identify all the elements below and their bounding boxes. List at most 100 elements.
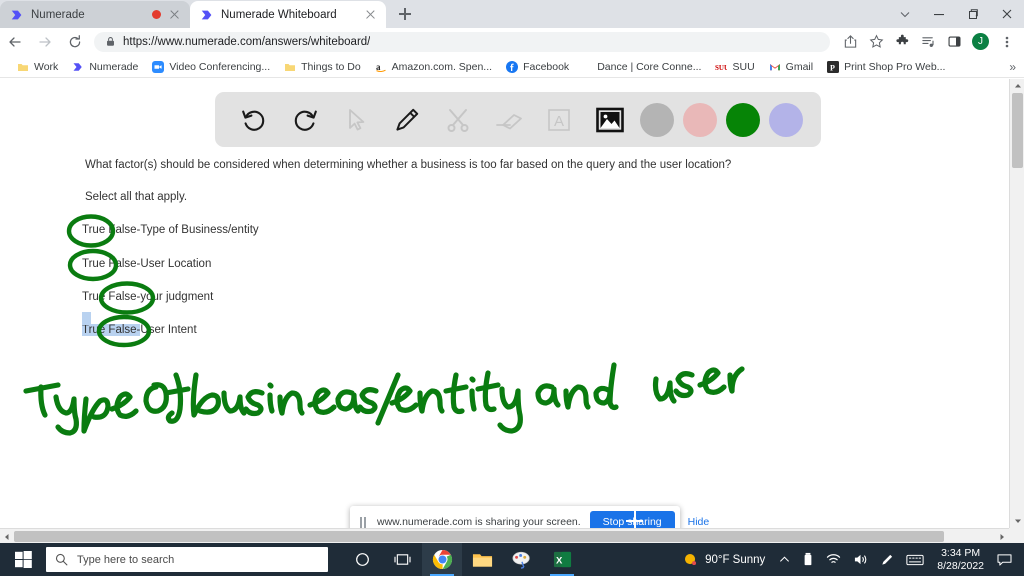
taskbar-clock[interactable]: 3:34 PM 8/28/2022: [930, 547, 991, 572]
browser-tab-numerade[interactable]: Numerade: [0, 1, 190, 28]
chrome-menu-icon[interactable]: [995, 30, 1019, 54]
undo-icon[interactable]: [233, 99, 275, 141]
whiteboard-toolbar: A: [215, 92, 821, 147]
option-row-2[interactable]: True False-User Location: [82, 258, 211, 270]
image-icon[interactable]: [589, 99, 631, 141]
color-swatch-purple[interactable]: [768, 102, 803, 137]
recording-indicator-icon: [152, 10, 161, 19]
bookmark-numerade[interactable]: Numerade: [65, 60, 145, 74]
profile-avatar[interactable]: J: [972, 33, 989, 50]
tab-title: Numerade: [31, 8, 85, 21]
text-icon[interactable]: A: [538, 99, 580, 141]
bookmark-print-shop-pro-web[interactable]: P Print Shop Pro Web...: [820, 60, 952, 74]
volume-icon[interactable]: [847, 543, 874, 576]
system-tray: 90°F Sunny 3:34 PM 8/28/2022: [675, 543, 1024, 576]
browser-tab-strip: Numerade Numerade Whiteboard: [0, 0, 1024, 28]
search-icon: [55, 553, 68, 566]
color-swatch-pink[interactable]: [682, 102, 717, 137]
scroll-left-arrow-icon[interactable]: [0, 529, 14, 543]
window-controls: [888, 0, 1024, 28]
scroll-up-arrow-icon[interactable]: [1010, 79, 1024, 93]
bookmark-amazon[interactable]: a Amazon.com. Spen...: [368, 60, 499, 74]
maximize-button[interactable]: [956, 0, 990, 28]
bookmark-label: Things to Do: [301, 60, 361, 73]
zoom-icon: [152, 60, 165, 73]
close-button[interactable]: [990, 0, 1024, 28]
address-bar[interactable]: https://www.numerade.com/answers/whitebo…: [94, 31, 830, 52]
reading-list-icon[interactable]: [916, 30, 940, 54]
reload-button[interactable]: [60, 28, 90, 56]
bookmark-gmail[interactable]: Gmail: [762, 60, 820, 74]
bookmark-work[interactable]: Work: [10, 60, 65, 74]
hide-button[interactable]: Hide: [684, 516, 714, 528]
scroll-right-arrow-icon[interactable]: [995, 529, 1009, 543]
option-row-4[interactable]: True False-User Intent: [82, 324, 197, 336]
keyboard-icon[interactable]: [900, 543, 930, 576]
pause-icon[interactable]: [359, 516, 368, 528]
task-view-button[interactable]: [382, 543, 422, 576]
vertical-scrollbar[interactable]: [1009, 79, 1024, 528]
option-false: False-: [105, 291, 141, 303]
option-row-3[interactable]: True False-your judgment: [82, 291, 213, 303]
printshop-icon: P: [827, 60, 840, 73]
eraser-icon[interactable]: [488, 99, 530, 141]
bookmark-label: Work: [34, 60, 59, 73]
browser-tab-numerade-whiteboard[interactable]: Numerade Whiteboard: [190, 1, 386, 28]
option-row-1[interactable]: True False-Type of Business/entity: [82, 224, 259, 236]
close-icon[interactable]: [364, 8, 378, 22]
question-instruction: Select all that apply.: [85, 191, 188, 203]
horizontal-scrollbar[interactable]: [0, 528, 1009, 543]
tab-title: Numerade Whiteboard: [221, 8, 337, 21]
extensions-icon[interactable]: [890, 30, 914, 54]
taskbar-app-paint[interactable]: [502, 543, 542, 576]
side-panel-icon[interactable]: [942, 30, 966, 54]
option-false: False-: [105, 324, 141, 336]
tab-search-button[interactable]: [888, 0, 922, 28]
battery-icon[interactable]: [796, 543, 820, 576]
weather-text: 90°F Sunny: [705, 553, 766, 566]
svg-text:SUU: SUU: [715, 64, 727, 72]
taskbar-search-input[interactable]: Type here to search: [46, 547, 328, 572]
vertical-scrollbar-thumb[interactable]: [1012, 93, 1023, 168]
bookmark-suu[interactable]: SUU SUU: [708, 60, 761, 74]
cortana-button[interactable]: [342, 543, 382, 576]
pen-icon[interactable]: [874, 543, 900, 576]
weather-widget[interactable]: 90°F Sunny: [675, 552, 773, 567]
new-tab-button[interactable]: [392, 1, 418, 27]
suu-icon: SUU: [715, 64, 727, 72]
close-icon[interactable]: [168, 8, 182, 22]
horizontal-scrollbar-thumb[interactable]: [14, 531, 944, 542]
bookmark-video-conferencing[interactable]: Video Conferencing...: [145, 60, 277, 74]
search-placeholder: Type here to search: [77, 553, 175, 566]
bookmark-facebook[interactable]: Facebook: [499, 60, 576, 74]
option-label: User Location: [140, 258, 212, 270]
numerade-icon: [73, 62, 83, 71]
taskbar-app-file-explorer[interactable]: [462, 543, 502, 576]
color-swatch-green[interactable]: [725, 102, 760, 137]
redo-icon[interactable]: [284, 99, 326, 141]
notification-icon[interactable]: [991, 543, 1018, 576]
scroll-down-arrow-icon[interactable]: [1010, 514, 1024, 528]
option-false: False-: [105, 224, 141, 236]
taskbar-app-excel[interactable]: X: [542, 543, 582, 576]
color-swatch-gray[interactable]: [640, 102, 675, 137]
bookmarks-overflow-button[interactable]: »: [1009, 60, 1016, 74]
minimize-button[interactable]: [922, 0, 956, 28]
show-hidden-icons-button[interactable]: [773, 543, 796, 576]
bookmark-star-icon[interactable]: [864, 30, 888, 54]
select-cursor-icon[interactable]: [335, 99, 377, 141]
question-prompt: What factor(s) should be considered when…: [85, 159, 732, 171]
wifi-icon[interactable]: [820, 543, 847, 576]
forward-button[interactable]: [30, 28, 60, 56]
bookmark-things-to-do[interactable]: Things to Do: [277, 60, 368, 74]
windows-taskbar: Type here to search X 90°F Sunny 3:34 PM…: [0, 543, 1024, 576]
share-icon[interactable]: [838, 30, 862, 54]
back-button[interactable]: [0, 28, 30, 56]
sunny-icon: [685, 553, 697, 566]
scissors-icon[interactable]: [437, 99, 479, 141]
start-button[interactable]: [0, 543, 46, 576]
pencil-icon[interactable]: [386, 99, 428, 141]
text-selection-caret: [82, 312, 91, 325]
bookmark-dance-core-connections[interactable]: Dance | Core Conne...: [590, 60, 708, 74]
taskbar-app-chrome[interactable]: [422, 543, 462, 576]
